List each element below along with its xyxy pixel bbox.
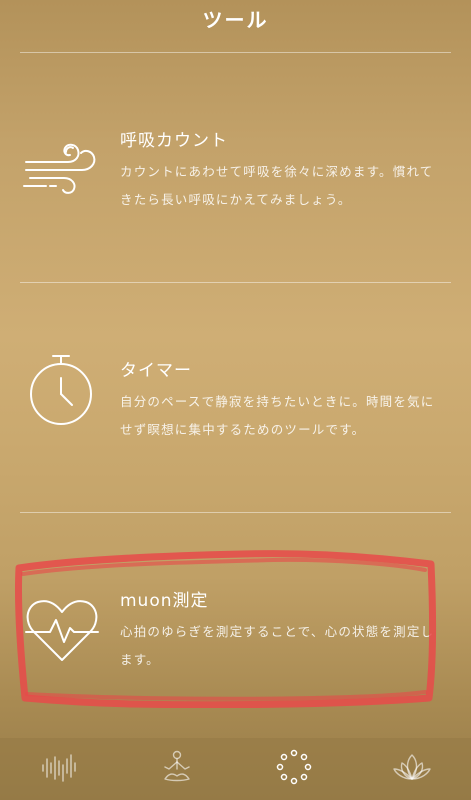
tool-description: カウントにあわせて呼吸を徐々に深めます。慣れてきたら長い呼吸にかえてみましょう。 bbox=[120, 164, 434, 207]
tool-breath-count[interactable]: 呼吸カウント カウントにあわせて呼吸を徐々に深めます。慣れてきたら長い呼吸にかえ… bbox=[0, 100, 471, 280]
stopwatch-icon bbox=[22, 352, 100, 430]
tab-sounds[interactable] bbox=[29, 744, 89, 794]
tab-meditation[interactable] bbox=[147, 744, 207, 794]
dots-circle-icon bbox=[276, 749, 312, 789]
tool-description: 自分のペースで静寂を持ちたいときに。時間を気にせず瞑想に集中するためのツールです… bbox=[120, 394, 435, 437]
tool-title: タイマー bbox=[120, 361, 192, 381]
tool-description: 心拍のゆらぎを測定することで、心の状態を測定します。 bbox=[120, 624, 435, 667]
page-title: ツール bbox=[202, 8, 269, 32]
tab-lotus[interactable] bbox=[382, 744, 442, 794]
divider bbox=[20, 282, 451, 283]
tab-tools[interactable] bbox=[264, 744, 324, 794]
tool-muon-measurement[interactable]: muon測定 心拍のゆらぎを測定することで、心の状態を測定します。 bbox=[0, 560, 471, 710]
heart-pulse-icon bbox=[22, 590, 100, 668]
lotus-icon bbox=[392, 751, 432, 787]
tool-title: 呼吸カウント bbox=[120, 131, 228, 151]
meditation-icon bbox=[159, 749, 195, 789]
wind-icon bbox=[22, 132, 100, 210]
tool-title: muon測定 bbox=[120, 591, 209, 611]
divider bbox=[20, 512, 451, 513]
divider bbox=[20, 52, 451, 53]
header: ツール bbox=[0, 0, 471, 36]
tab-bar bbox=[0, 738, 471, 800]
sound-wave-icon bbox=[39, 751, 79, 787]
tool-timer[interactable]: タイマー 自分のペースで静寂を持ちたいときに。時間を気にせず瞑想に集中するための… bbox=[0, 330, 471, 510]
